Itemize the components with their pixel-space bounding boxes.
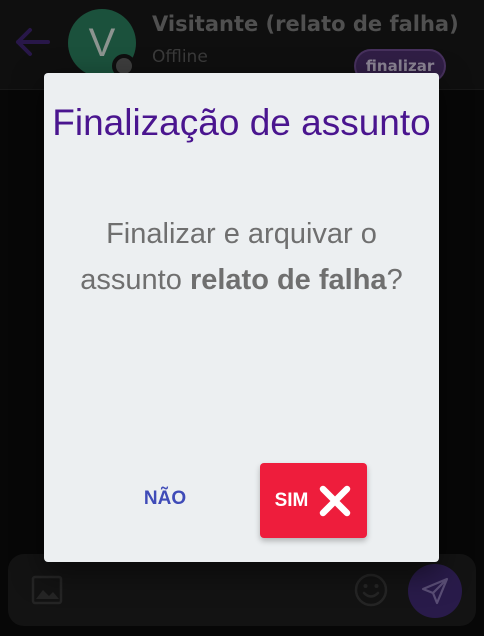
dialog-message: Finalizar e arquivar o assunto relato de… <box>64 211 419 303</box>
close-icon <box>320 485 351 516</box>
confirm-button-label: SIM <box>274 489 309 511</box>
cancel-button[interactable]: NÃO <box>130 482 200 516</box>
dialog-message-subject: relato de falha <box>189 264 387 296</box>
confirm-dialog: Finalização de assunto Finalizar e arqui… <box>44 73 439 562</box>
confirm-button[interactable]: SIM <box>260 463 367 538</box>
dialog-message-end: ? <box>386 264 403 296</box>
dialog-title: Finalização de assunto <box>52 102 431 143</box>
